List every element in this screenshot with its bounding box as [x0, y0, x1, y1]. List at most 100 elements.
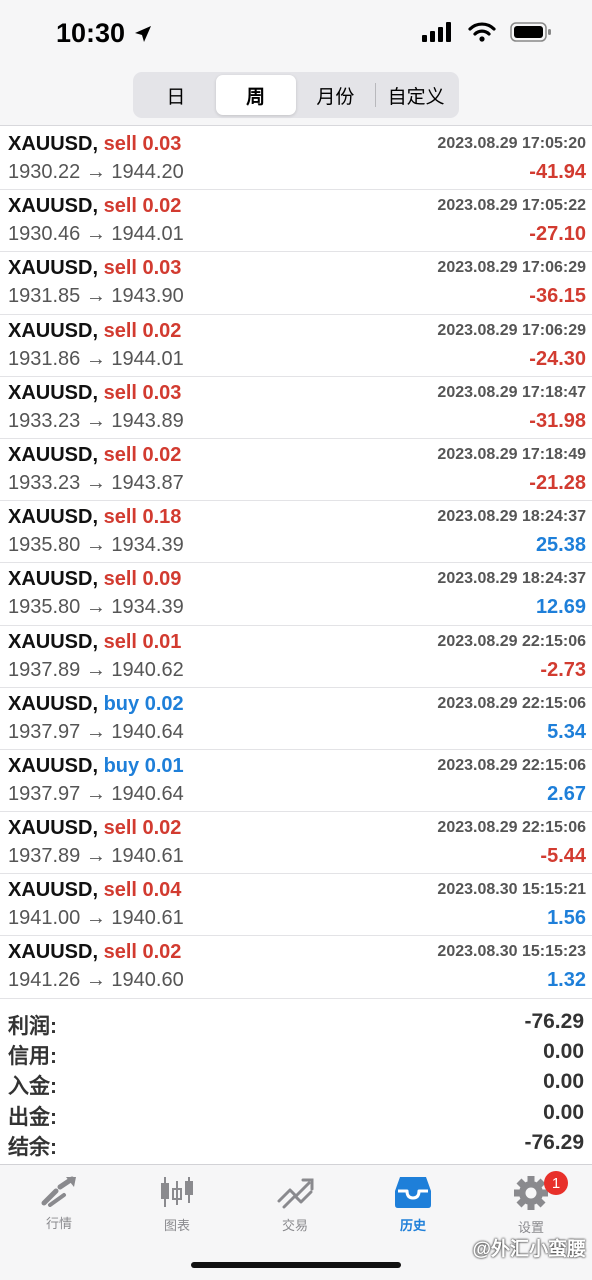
trade-datetime: 2023.08.29 17:06:29	[437, 259, 586, 277]
trade-symbol: XAUUSD,	[8, 257, 99, 280]
trade-row[interactable]: XAUUSD, sell 0.02 2023.08.29 17:06:29 1931…	[0, 315, 592, 377]
trade-prices: 1935.80 → 1934.39	[8, 534, 184, 557]
segment-day-label: 日	[166, 86, 186, 108]
trade-row[interactable]: XAUUSD, sell 0.18 2023.08.29 18:24:37 1935…	[0, 501, 592, 564]
trade-symbol-line: XAUUSD, sell 0.02	[8, 195, 181, 218]
tab-settings[interactable]: 1 设置	[472, 1171, 590, 1236]
trade-profit: -31.98	[529, 409, 586, 432]
watermark: @外汇小蛮腰	[472, 1239, 586, 1260]
summary-label: 出金:	[8, 1105, 57, 1129]
segment-week-label: 周	[246, 86, 266, 108]
trade-volume: 0.04	[142, 879, 182, 902]
summary-value: -76.29	[524, 1130, 584, 1154]
trade-row[interactable]: XAUUSD, sell 0.02 2023.08.29 17:05:22 1930…	[0, 190, 592, 253]
summary-row-deposit: 入金: 0.00	[0, 1068, 592, 1098]
tab-history[interactable]: 历史	[354, 1175, 472, 1234]
status-icons	[422, 22, 552, 42]
trade-side: sell 0.04	[104, 879, 182, 901]
trade-volume: 0.02	[142, 195, 182, 218]
trade-symbol: XAUUSD,	[8, 133, 99, 155]
trade-profit: 12.69	[535, 596, 586, 619]
summary-label: 信用:	[8, 1045, 57, 1069]
trade-prices: 1933.23 → 1943.87	[8, 471, 184, 494]
tab-trade-label: 交易	[281, 1218, 308, 1233]
battery-icon	[510, 22, 551, 42]
trade-side: sell 0.09	[104, 568, 182, 590]
trade-side-label: sell	[103, 941, 137, 964]
trade-row[interactable]: XAUUSD, sell 0.02 2023.08.29 22:15:06 1937…	[0, 812, 592, 875]
home-indicator[interactable]	[191, 1262, 401, 1268]
trade-volume: 0.02	[144, 692, 184, 715]
trade-side: sell 0.02	[104, 195, 182, 217]
trade-symbol: XAUUSD,	[8, 630, 99, 653]
trade-side: sell 0.02	[104, 444, 182, 466]
trade-row[interactable]: XAUUSD, buy 0.01 2023.08.29 22:15:06 1937.…	[0, 750, 592, 813]
trade-symbol: XAUUSD,	[8, 195, 99, 218]
trade-prices: 1941.26 → 1940.60	[8, 969, 184, 992]
trade-profit: 5.34	[547, 720, 586, 743]
trade-history-list: XAUUSD, sell 0.03 2023.08.29 17:05:20 1930…	[0, 128, 592, 999]
trade-prices: 1937.89 → 1940.62	[8, 658, 184, 681]
tab-trade[interactable]: 交易	[236, 1175, 354, 1234]
candlestick-chart-icon	[161, 1177, 193, 1207]
tab-chart[interactable]: 图表	[118, 1175, 236, 1234]
trade-row[interactable]: XAUUSD, sell 0.09 2023.08.29 18:24:37 1935…	[0, 563, 592, 626]
trade-datetime: 2023.08.29 22:15:06	[437, 819, 586, 837]
status-time: 10:30	[56, 18, 153, 49]
trade-datetime: 2023.08.29 22:15:06	[437, 756, 586, 774]
segment-week[interactable]: 周	[215, 75, 296, 115]
trade-side: sell 0.02	[104, 817, 182, 839]
trade-volume: 0.18	[142, 506, 182, 529]
trade-row[interactable]: XAUUSD, sell 0.03 2023.08.29 17:18:47 1933…	[0, 377, 592, 439]
trade-side-label: sell	[103, 381, 137, 404]
trade-trend-icon	[277, 1178, 314, 1209]
segment-month[interactable]: 月份	[296, 75, 376, 115]
segment-custom[interactable]: 自定义	[376, 75, 456, 115]
trade-symbol-line: XAUUSD, sell 0.04	[8, 879, 181, 902]
summary-value: -76.29	[524, 1010, 584, 1033]
trade-row[interactable]: XAUUSD, sell 0.02 2023.08.29 17:18:49 1933…	[0, 439, 592, 502]
trade-profit: -27.10	[529, 223, 586, 246]
summary-label: 利润:	[8, 1015, 57, 1038]
tab-quotes[interactable]: 行情	[0, 1175, 118, 1232]
trade-side: sell 0.18	[104, 506, 182, 528]
trade-row[interactable]: XAUUSD, sell 0.03 2023.08.29 17:05:20 1930…	[0, 128, 592, 191]
trade-datetime: 2023.08.29 17:05:22	[437, 197, 586, 215]
summary-value: 0.00	[543, 1040, 584, 1064]
trade-side-label: sell	[103, 506, 137, 529]
trade-symbol: XAUUSD,	[8, 506, 99, 529]
trade-side-label: sell	[103, 568, 137, 591]
trade-side-label: sell	[103, 879, 137, 902]
signal-icon	[422, 22, 451, 42]
trade-side-label: sell	[103, 133, 137, 155]
summary-value: 0.00	[543, 1100, 584, 1124]
trade-symbol: XAUUSD,	[8, 754, 99, 777]
trade-symbol-line: XAUUSD, buy 0.02	[8, 693, 184, 716]
trade-symbol-line: XAUUSD, sell 0.01	[8, 631, 181, 654]
segment-month-label: 月份	[316, 86, 355, 108]
trade-symbol-line: XAUUSD, sell 0.03	[8, 133, 181, 156]
trade-prices: 1941.00 → 1940.61	[8, 907, 184, 930]
tab-history-label: 历史	[399, 1218, 426, 1233]
trade-side-label: sell	[103, 257, 137, 280]
trade-side: sell 0.02	[104, 941, 182, 963]
trade-side-label: sell	[103, 319, 137, 342]
tab-quotes-label: 行情	[45, 1216, 72, 1231]
trade-row[interactable]: XAUUSD, sell 0.03 2023.08.29 17:06:29 1931…	[0, 252, 592, 315]
trade-volume: 0.03	[142, 381, 182, 404]
trade-datetime: 2023.08.29 17:18:49	[437, 445, 586, 463]
status-time-text: 10:30	[56, 18, 126, 48]
trade-side: sell 0.03	[104, 257, 182, 279]
trade-volume: 0.02	[142, 941, 182, 964]
trade-volume: 0.02	[142, 817, 182, 840]
trade-row[interactable]: XAUUSD, sell 0.04 2023.08.30 15:15:21 1941…	[0, 874, 592, 937]
segment-day[interactable]: 日	[136, 75, 216, 115]
trade-row[interactable]: XAUUSD, sell 0.01 2023.08.29 22:15:06 1937…	[0, 626, 592, 688]
trade-row[interactable]: XAUUSD, buy 0.02 2023.08.29 22:15:06 1937.…	[0, 688, 592, 750]
trade-datetime: 2023.08.29 17:18:47	[437, 383, 586, 401]
trade-symbol-line: XAUUSD, sell 0.03	[8, 257, 181, 280]
trade-prices: 1933.23 → 1943.89	[8, 409, 184, 432]
trade-side-label: buy	[103, 754, 140, 777]
trade-row[interactable]: XAUUSD, sell 0.02 2023.08.30 15:15:23 1941…	[0, 936, 592, 999]
trade-symbol-line: XAUUSD, buy 0.01	[8, 755, 184, 778]
